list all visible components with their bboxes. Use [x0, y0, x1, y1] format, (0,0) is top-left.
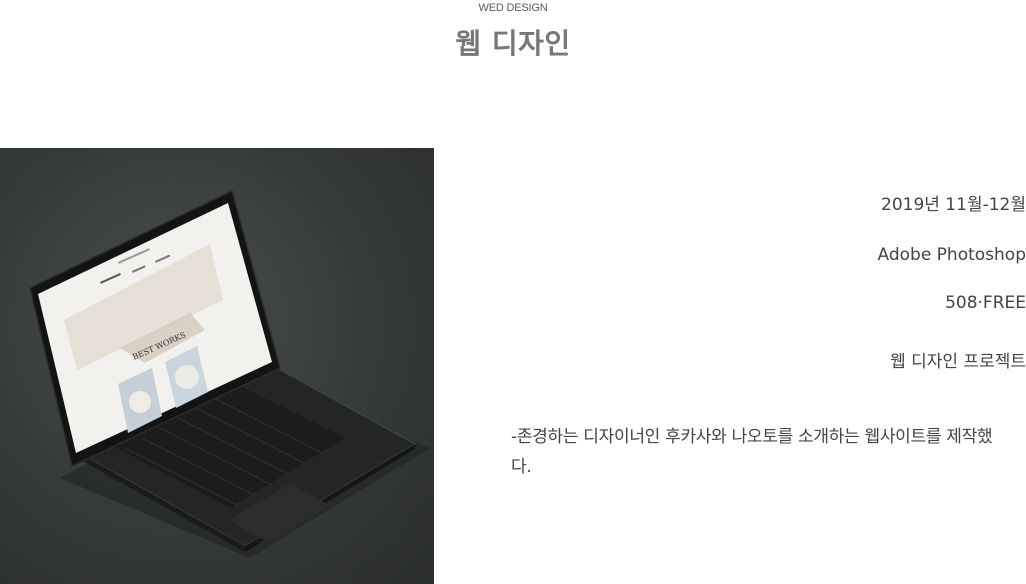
project-type: 웹 디자인 프로젝트	[890, 352, 1026, 372]
project-description: -존경하는 디자이너인 후카사와 나오토를 소개하는 웹사이트를 제작했다.	[511, 427, 993, 477]
project-tool: Adobe Photoshop	[877, 245, 1026, 265]
project-date: 2019년 11월-12월	[881, 195, 1026, 215]
section-eyebrow: WED DESIGN	[478, 2, 548, 14]
project-hero-image: BEST WORKS	[0, 148, 434, 584]
laptop-mockup-icon: BEST WORKS	[29, 189, 430, 558]
section-title: 웹 디자인	[455, 27, 571, 60]
project-font: 508·FREE	[945, 293, 1026, 313]
